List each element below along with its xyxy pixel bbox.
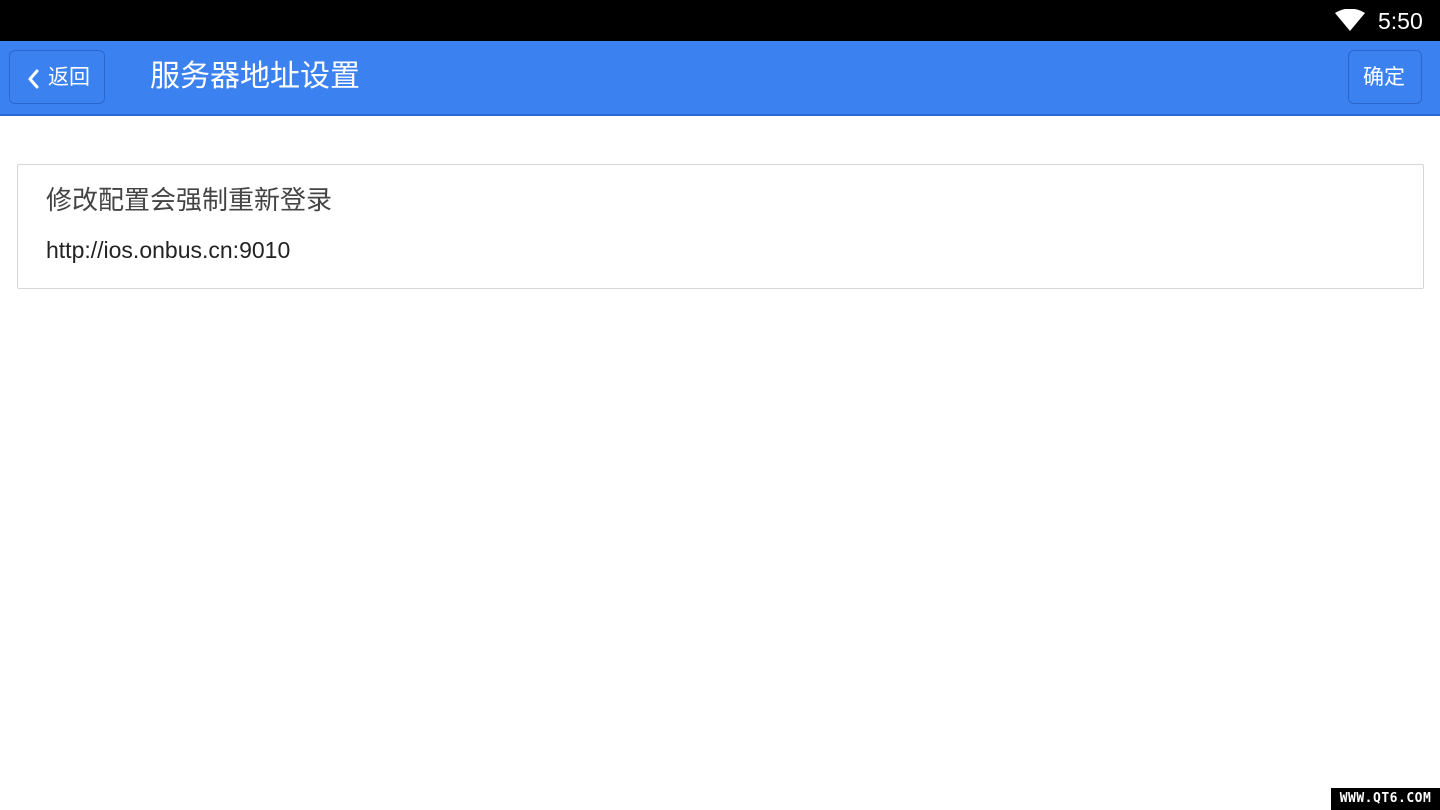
back-button-label: 返回 [48,65,90,89]
confirm-button-label: 确定 [1363,65,1405,89]
server-config-card: 修改配置会强制重新登录 [17,164,1424,289]
server-url-input[interactable] [46,235,1386,265]
relogin-warning-text: 修改配置会强制重新登录 [46,186,333,216]
page-title: 服务器地址设置 [150,59,360,94]
status-bar: 5:50 [0,0,1440,41]
app-bar: 返回 服务器地址设置 确定 [0,41,1440,116]
status-clock: 5:50 [1378,8,1423,34]
wifi-icon [1335,9,1365,31]
confirm-button[interactable]: 确定 [1348,50,1422,104]
chevron-left-icon [28,69,39,89]
site-watermark: WWW.QT6.COM [1331,788,1440,810]
back-button[interactable]: 返回 [9,50,105,104]
